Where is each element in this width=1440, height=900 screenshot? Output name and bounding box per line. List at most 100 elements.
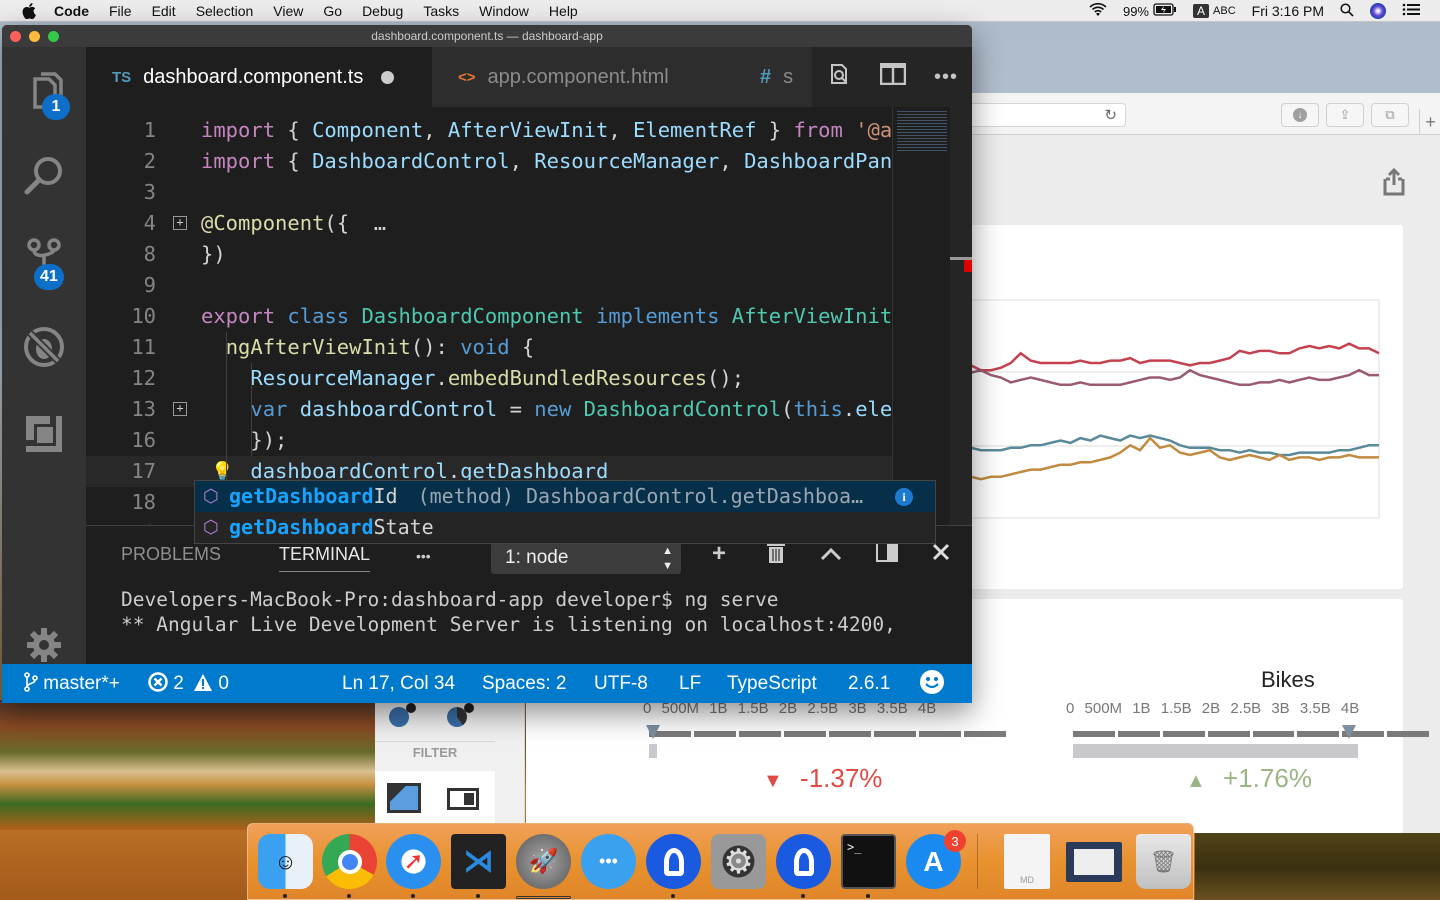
open-preview-icon[interactable] — [826, 61, 852, 93]
menu-tasks[interactable]: Tasks — [423, 3, 459, 19]
code-line[interactable]: 11 ngAfterViewInit(): void { — [86, 332, 892, 363]
dock-sourcetree[interactable] — [646, 834, 701, 889]
tab-app-component-html[interactable]: <> app.component.html — [432, 47, 734, 107]
code-line[interactable]: 3 — [86, 177, 892, 208]
debug-button[interactable] — [2, 317, 86, 377]
menu-view[interactable]: View — [273, 3, 303, 19]
suggestion-item[interactable]: ⬡ getDashboardId (method) DashboardContro… — [195, 481, 935, 512]
address-bar[interactable]: ↻ — [961, 103, 1126, 127]
problems-summary[interactable]: 2 0 — [148, 664, 229, 703]
notification-center-icon[interactable] — [1402, 3, 1420, 19]
input-method-badge[interactable]: A — [1193, 4, 1210, 18]
line-ending[interactable]: LF — [679, 664, 701, 703]
tab-terminal[interactable]: TERMINAL — [279, 544, 371, 572]
dock-chrome[interactable] — [322, 834, 377, 889]
tab-dashboard-component-ts[interactable]: TS dashboard.component.ts — [86, 47, 432, 107]
new-tab-button[interactable]: + — [1419, 109, 1440, 135]
download-icon: ↓ — [1293, 108, 1307, 122]
range-filter-icon[interactable] — [387, 783, 421, 813]
tab-problems[interactable]: PROBLEMS — [121, 544, 221, 565]
minimize-window-button[interactable] — [29, 31, 40, 42]
fold-expand-icon[interactable]: + — [173, 216, 187, 230]
minimap[interactable] — [892, 107, 950, 525]
code-line[interactable]: 1 import { Component, AfterViewInit, Elem… — [86, 115, 892, 146]
gear-icon: ⚙ — [723, 842, 754, 881]
dock-finder[interactable]: ☺ — [258, 834, 313, 889]
dock-launchpad[interactable]: 🚀 — [516, 834, 571, 889]
menu-selection[interactable]: Selection — [196, 3, 254, 19]
code-line[interactable]: 13 + var dashboardControl = new Dashboard… — [86, 394, 892, 425]
maximize-window-button[interactable] — [48, 31, 59, 42]
menu-help[interactable]: Help — [549, 3, 578, 19]
wifi-icon[interactable] — [1089, 2, 1107, 20]
menu-app-name[interactable]: Code — [54, 3, 89, 19]
dock-document-stack[interactable]: MD — [1004, 834, 1050, 889]
menu-go[interactable]: Go — [323, 3, 342, 19]
code-line[interactable]: 12 ResourceManager.embedBundledResources… — [86, 363, 892, 394]
code-editor[interactable]: 1 import { Component, AfterViewInit, Elem… — [86, 107, 892, 525]
menu-file[interactable]: File — [109, 3, 132, 19]
cursor-position[interactable]: Ln 17, Col 34 — [342, 664, 455, 703]
tab-stylesheet[interactable]: # s — [734, 47, 814, 107]
dock-vscode[interactable]: ⋊ — [451, 834, 506, 889]
close-window-button[interactable] — [10, 31, 21, 42]
menu-edit[interactable]: Edit — [152, 3, 176, 19]
apple-logo-icon[interactable] — [20, 2, 38, 19]
dock-messages[interactable]: ••• — [581, 834, 636, 889]
split-editor-icon[interactable] — [879, 62, 907, 91]
dock-chrome-window[interactable] — [1066, 842, 1122, 882]
battery-percent[interactable]: 99% — [1123, 4, 1149, 19]
input-method-label[interactable]: ABC — [1213, 5, 1236, 17]
share-button[interactable]: ⇪ — [1326, 103, 1364, 127]
code-line[interactable]: 16 }); — [86, 425, 892, 456]
trash-icon[interactable] — [766, 540, 786, 571]
dock-safari[interactable]: ➚ — [386, 834, 441, 889]
code-line[interactable]: 8}) — [86, 239, 892, 270]
dock-sourcetree-2[interactable] — [776, 834, 831, 889]
dock-trash[interactable]: 🗑 — [1136, 834, 1191, 889]
panel-more-icon[interactable]: ••• — [416, 548, 431, 564]
download-button[interactable]: ↓ — [1281, 103, 1319, 127]
clock[interactable]: Fri 3:16 PM — [1252, 3, 1324, 19]
battery-charging-icon[interactable] — [1153, 3, 1177, 19]
typescript-version[interactable]: 2.6.1 — [848, 664, 890, 703]
menu-window[interactable]: Window — [479, 3, 529, 19]
code-line[interactable]: 2 import { DashboardControl, ResourceMana… — [86, 146, 892, 177]
source-control-button[interactable]: 41 — [2, 227, 86, 290]
suggestion-match: getDashboard — [229, 484, 374, 508]
running-indicator — [801, 894, 805, 898]
dashboard-share-icon[interactable] — [1381, 167, 1407, 202]
code-line[interactable]: 9 — [86, 270, 892, 301]
code-line[interactable]: 10 export class DashboardComponent implem… — [86, 301, 892, 332]
editor-scrollbar[interactable] — [950, 107, 972, 525]
indentation[interactable]: Spaces: 2 — [482, 664, 567, 703]
combo-box-icon[interactable] — [447, 788, 479, 810]
new-terminal-icon[interactable]: + — [712, 540, 726, 568]
code-line[interactable]: 4 + @Component({ … — [86, 208, 892, 239]
menu-debug[interactable]: Debug — [362, 3, 403, 19]
fold-expand-icon[interactable]: + — [173, 402, 187, 416]
maximize-panel-icon[interactable] — [820, 540, 842, 568]
tabs-overview-button[interactable]: ⧉ — [1371, 103, 1409, 127]
more-actions-icon[interactable]: ••• — [934, 66, 958, 89]
git-branch[interactable]: master*+ — [24, 664, 120, 703]
close-panel-icon[interactable] — [932, 540, 950, 568]
extensions-button[interactable] — [2, 404, 86, 464]
feedback-smiley-icon[interactable] — [919, 664, 945, 703]
explorer-button[interactable]: 1 — [2, 62, 86, 122]
search-button[interactable] — [2, 145, 86, 205]
unsaved-dot-icon[interactable] — [381, 70, 395, 84]
terminal-select[interactable]: 1: node ▲ ▼ — [491, 542, 681, 574]
reload-icon[interactable]: ↻ — [1104, 106, 1117, 124]
line-number: 9 — [143, 273, 156, 297]
siri-icon[interactable] — [1370, 3, 1386, 19]
encoding[interactable]: UTF-8 — [594, 664, 648, 703]
dock-system-preferences[interactable]: ⚙ — [711, 834, 766, 889]
suggestion-item[interactable]: ⬡ getDashboardState — [195, 512, 935, 543]
info-icon[interactable]: i — [895, 488, 913, 506]
gauge-fill — [649, 744, 657, 758]
spotlight-icon[interactable] — [1340, 2, 1354, 20]
language-mode[interactable]: TypeScript — [727, 664, 817, 703]
dock-terminal[interactable]: >_ — [841, 834, 896, 889]
toggle-panel-position-icon[interactable] — [876, 540, 898, 569]
